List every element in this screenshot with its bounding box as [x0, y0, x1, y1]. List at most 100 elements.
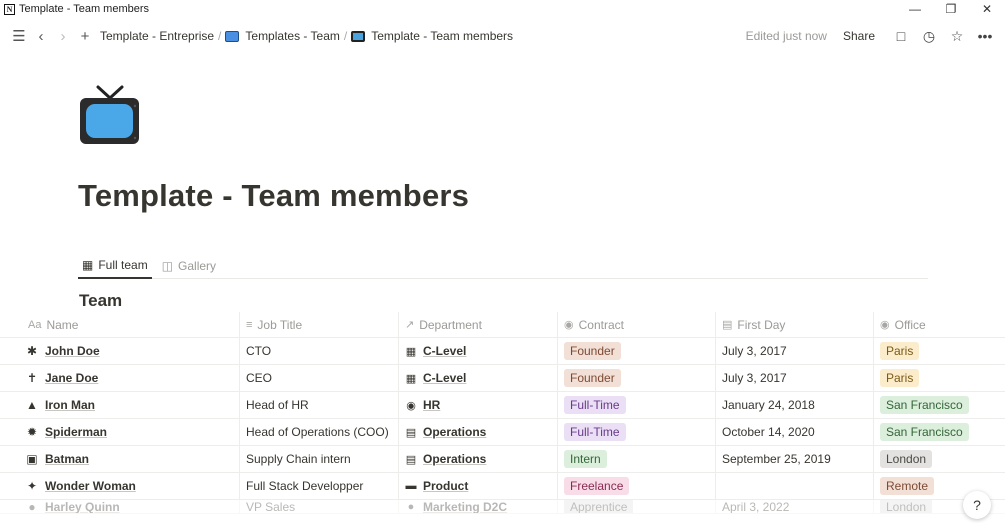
member-name[interactable]: Harley Quinn: [45, 500, 120, 513]
column-header-name[interactable]: Aa Name: [0, 312, 240, 337]
member-name[interactable]: Batman: [45, 452, 89, 466]
department-cell[interactable]: ▦ C-Level: [399, 365, 558, 391]
first-day-cell[interactable]: January 24, 2018: [716, 392, 874, 418]
name-cell[interactable]: ▲ Iron Man: [0, 392, 240, 418]
department-cell[interactable]: ◉ HR: [399, 392, 558, 418]
member-name[interactable]: Jane Doe: [45, 371, 98, 385]
back-arrow-icon[interactable]: ‹: [30, 28, 52, 45]
office-cell[interactable]: San Francisco: [874, 392, 1005, 418]
help-button[interactable]: ?: [963, 491, 991, 519]
name-cell[interactable]: ✦ Wonder Woman: [0, 473, 240, 499]
database-title[interactable]: Team: [79, 291, 122, 311]
column-header-first-day[interactable]: ▤ First Day: [716, 312, 874, 337]
job-title-cell[interactable]: Full Stack Developper: [240, 473, 399, 499]
contract-tag: Full-Time: [564, 423, 626, 441]
text-lines-icon: ≡: [246, 318, 253, 331]
minimize-icon[interactable]: —: [897, 0, 933, 18]
tab-full-team[interactable]: ▦ Full team: [78, 253, 152, 279]
forward-arrow-icon[interactable]: ›: [52, 28, 74, 45]
office-cell[interactable]: London: [874, 446, 1005, 472]
arrow-ne-icon: ↗: [405, 319, 415, 331]
name-cell[interactable]: ✹ Spiderman: [0, 419, 240, 445]
name-cell[interactable]: ▣ Batman: [0, 446, 240, 472]
contract-tag: Freelance: [564, 477, 630, 495]
calendar-icon: ▤: [722, 319, 733, 331]
job-title-cell[interactable]: Supply Chain intern: [240, 446, 399, 472]
first-day-cell[interactable]: July 3, 2017: [716, 338, 874, 364]
person-icon: ●: [28, 500, 36, 513]
menu-icon[interactable]: ☰: [8, 27, 30, 45]
more-icon[interactable]: •••: [971, 28, 999, 44]
contract-cell[interactable]: Apprentice: [558, 500, 716, 513]
job-title-cell[interactable]: CTO: [240, 338, 399, 364]
job-title-cell[interactable]: CEO: [240, 365, 399, 391]
member-name[interactable]: Iron Man: [45, 398, 95, 412]
star-icon[interactable]: ☆: [943, 28, 971, 45]
tab-gallery[interactable]: ◫ Gallery: [158, 253, 220, 279]
table-row[interactable]: ▣ Batman Supply Chain intern ▤ Operations …: [0, 446, 1005, 473]
job-title-cell[interactable]: Head of HR: [240, 392, 399, 418]
column-header-department[interactable]: ↗ Department: [399, 312, 558, 337]
column-label: Contract: [578, 317, 624, 332]
name-cell[interactable]: ✝ Jane Doe: [0, 365, 240, 391]
tv-emoji-page-icon[interactable]: [79, 84, 141, 146]
first-day-cell[interactable]: October 14, 2020: [716, 419, 874, 445]
department-cell[interactable]: ▦ C-Level: [399, 338, 558, 364]
table-row[interactable]: ✱ John Doe CTO ▦ C-Level Founder July 3, 2…: [0, 338, 1005, 365]
laptop-icon: ▬: [405, 480, 417, 492]
member-name[interactable]: Wonder Woman: [45, 479, 136, 493]
department-cell[interactable]: ▤ Operations: [399, 446, 558, 472]
boot-icon: ▲: [26, 398, 38, 412]
department-cell[interactable]: ▤ Operations: [399, 419, 558, 445]
contract-cell[interactable]: Freelance: [558, 473, 716, 499]
department-link[interactable]: Operations: [423, 425, 486, 439]
department-link[interactable]: HR: [423, 398, 440, 412]
first-day-cell[interactable]: July 3, 2017: [716, 365, 874, 391]
first-day: September 25, 2019: [722, 452, 831, 466]
breadcrumb-item-entreprise[interactable]: Template - Entreprise: [100, 29, 214, 43]
column-header-contract[interactable]: ◉ Contract: [558, 312, 716, 337]
name-cell[interactable]: ● Harley Quinn: [0, 500, 240, 513]
breadcrumb-item-team-members[interactable]: Template - Team members: [371, 29, 513, 43]
add-page-icon[interactable]: +: [74, 28, 96, 45]
first-day-cell[interactable]: April 3, 2022: [716, 500, 874, 513]
first-day-cell[interactable]: [716, 473, 874, 499]
history-icon[interactable]: ◷: [915, 28, 943, 45]
table-row[interactable]: ▲ Iron Man Head of HR ◉ HR Full-Time Janua…: [0, 392, 1005, 419]
table-row[interactable]: ✹ Spiderman Head of Operations (COO) ▤ Ope…: [0, 419, 1005, 446]
column-header-office[interactable]: ◉ Office: [874, 312, 1005, 337]
table-row[interactable]: ✦ Wonder Woman Full Stack Developper ▬ Pro…: [0, 473, 1005, 500]
restore-icon[interactable]: ❐: [933, 0, 969, 18]
office-cell[interactable]: Paris: [874, 338, 1005, 364]
window-title: Template - Team members: [19, 3, 150, 15]
member-name[interactable]: John Doe: [45, 344, 100, 358]
table-row[interactable]: ✝ Jane Doe CEO ▦ C-Level Founder July 3, 2…: [0, 365, 1005, 392]
department-cell[interactable]: ▬ Product: [399, 473, 558, 499]
column-label: First Day: [737, 317, 786, 332]
name-cell[interactable]: ✱ John Doe: [0, 338, 240, 364]
close-icon[interactable]: ✕: [969, 0, 1005, 18]
office-cell[interactable]: Paris: [874, 365, 1005, 391]
contract-cell[interactable]: Founder: [558, 338, 716, 364]
job-title-cell[interactable]: VP Sales: [240, 500, 399, 513]
department-link[interactable]: Marketing D2C: [423, 500, 507, 513]
breadcrumb-item-team[interactable]: Templates - Team: [245, 29, 339, 43]
department-link[interactable]: C-Level: [423, 344, 466, 358]
contract-cell[interactable]: Founder: [558, 365, 716, 391]
member-name[interactable]: Spiderman: [45, 425, 107, 439]
contract-cell[interactable]: Full-Time: [558, 419, 716, 445]
department-link[interactable]: Operations: [423, 452, 486, 466]
comment-icon[interactable]: □: [887, 28, 915, 44]
contract-cell[interactable]: Full-Time: [558, 392, 716, 418]
table-row[interactable]: ● Harley Quinn VP Sales ● Marketing D2C Ap…: [0, 500, 1005, 514]
department-cell[interactable]: ● Marketing D2C: [399, 500, 558, 513]
job-title: CTO: [246, 344, 272, 358]
contract-cell[interactable]: Intern: [558, 446, 716, 472]
department-link[interactable]: C-Level: [423, 371, 466, 385]
job-title-cell[interactable]: Head of Operations (COO): [240, 419, 399, 445]
column-header-job-title[interactable]: ≡ Job Title: [240, 312, 399, 337]
office-cell[interactable]: San Francisco: [874, 419, 1005, 445]
first-day-cell[interactable]: September 25, 2019: [716, 446, 874, 472]
department-link[interactable]: Product: [423, 479, 468, 493]
share-button[interactable]: Share: [843, 29, 875, 43]
